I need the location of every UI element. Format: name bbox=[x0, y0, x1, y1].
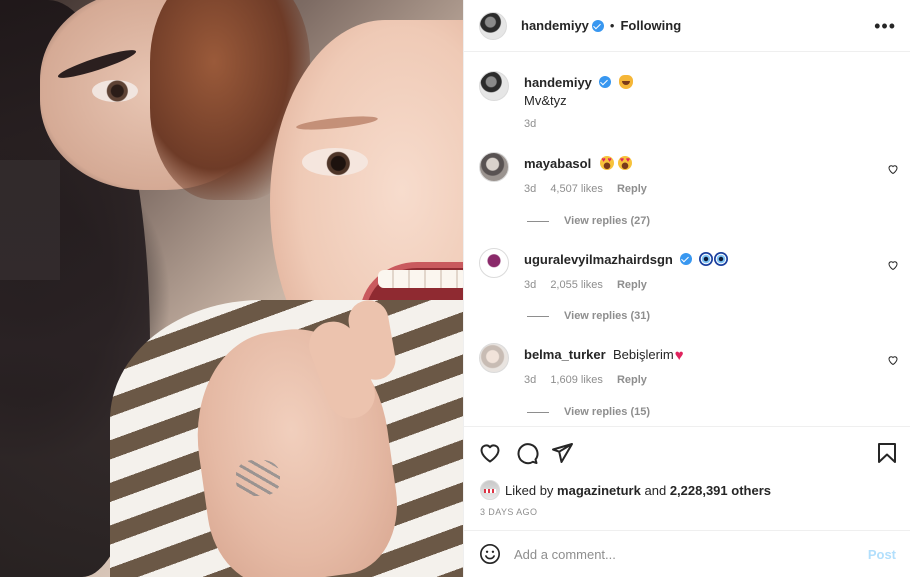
cat-emoji-icon bbox=[619, 75, 634, 89]
red-heart-emoji-icon: ♥ bbox=[674, 347, 684, 364]
post-actions: Liked by magazineturk and 2,228,391 othe… bbox=[464, 426, 910, 530]
reply-button[interactable]: Reply bbox=[617, 183, 647, 195]
caption-avatar[interactable] bbox=[479, 71, 509, 101]
caption-content: handemiyy Mv&tyz bbox=[524, 74, 874, 110]
photo-eye-child bbox=[302, 148, 368, 176]
add-comment-bar: Post bbox=[464, 530, 910, 577]
caption-text: Mv&tyz bbox=[524, 93, 567, 108]
bookmark-save-icon[interactable] bbox=[875, 441, 899, 465]
author-username[interactable]: handemiyy bbox=[521, 18, 589, 33]
evil-eye-emoji-icon bbox=[714, 252, 729, 266]
view-replies-button[interactable]: View replies (15) bbox=[527, 406, 650, 418]
evil-eye-emoji-icon bbox=[699, 252, 714, 266]
heart-eyes-emoji-icon bbox=[617, 156, 632, 170]
verified-badge-icon bbox=[679, 253, 692, 265]
photo-tattoo bbox=[236, 460, 280, 496]
divider-line bbox=[527, 411, 549, 413]
comment-username[interactable]: mayabasol bbox=[524, 156, 591, 171]
post-comment-button[interactable]: Post bbox=[868, 547, 896, 562]
comment-content: mayabasol bbox=[524, 155, 874, 173]
comment-likes[interactable]: 4,507 likes bbox=[550, 183, 603, 195]
emoji-picker-icon[interactable] bbox=[479, 543, 501, 565]
liker-username[interactable]: magazineturk bbox=[557, 483, 641, 498]
comment-likes[interactable]: 1,609 likes bbox=[550, 374, 603, 386]
share-send-icon[interactable] bbox=[550, 441, 574, 465]
like-comment-heart-icon[interactable] bbox=[887, 259, 899, 271]
comment-username[interactable]: belma_turker bbox=[524, 347, 606, 362]
caption-time: 3d bbox=[524, 118, 537, 130]
comment-content: uguralevyilmazhairdsgn bbox=[524, 251, 874, 269]
post-photo[interactable] bbox=[0, 0, 463, 577]
divider-line bbox=[527, 315, 549, 317]
comment-content: belma_turker Bebişlerim♥ bbox=[524, 346, 874, 365]
comment-username[interactable]: uguralevyilmazhairdsgn bbox=[524, 252, 673, 267]
comment-text: Bebişlerim bbox=[613, 347, 674, 362]
following-button[interactable]: Following bbox=[620, 18, 681, 33]
liker-avatar[interactable] bbox=[480, 480, 500, 500]
comment-avatar[interactable] bbox=[479, 152, 509, 182]
caption-username[interactable]: handemiyy bbox=[524, 75, 592, 90]
author-avatar[interactable] bbox=[479, 11, 507, 40]
view-replies-label: View replies (31) bbox=[564, 310, 651, 322]
verified-badge-icon bbox=[591, 19, 604, 32]
view-replies-label: View replies (27) bbox=[564, 215, 651, 227]
liked-by-conjunction: and bbox=[644, 482, 667, 498]
comment-meta: 3d 4,507 likes Reply bbox=[524, 183, 658, 195]
comment-bubble-icon[interactable] bbox=[515, 441, 539, 465]
separator-dot: • bbox=[609, 18, 615, 33]
like-comment-heart-icon[interactable] bbox=[887, 163, 899, 175]
more-options-icon[interactable]: ••• bbox=[874, 16, 896, 37]
caption-meta: 3d bbox=[524, 118, 547, 130]
post-side-panel: handemiyy • Following ••• handemiyy Mv&t… bbox=[463, 0, 910, 577]
reply-button[interactable]: Reply bbox=[617, 374, 647, 386]
comment-time: 3d bbox=[524, 183, 537, 195]
view-replies-button[interactable]: View replies (31) bbox=[527, 310, 650, 322]
reply-button[interactable]: Reply bbox=[617, 279, 647, 291]
comment-avatar[interactable] bbox=[479, 248, 509, 278]
like-comment-heart-icon[interactable] bbox=[887, 354, 899, 366]
comments-list[interactable]: handemiyy Mv&tyz 3d mayabasol 3d 4,507 l… bbox=[464, 52, 910, 426]
comment-meta: 3d 1,609 likes Reply bbox=[524, 374, 658, 386]
comment-meta: 3d 2,055 likes Reply bbox=[524, 279, 658, 291]
heart-eyes-emoji-icon bbox=[599, 156, 614, 170]
photo-eye bbox=[92, 80, 138, 102]
view-replies-button[interactable]: View replies (27) bbox=[527, 215, 650, 227]
comment-input[interactable] bbox=[514, 546, 868, 562]
liked-by-prefix: Liked by bbox=[505, 482, 554, 498]
view-replies-label: View replies (15) bbox=[564, 406, 651, 418]
photo-teeth bbox=[378, 270, 463, 288]
post-timestamp[interactable]: 3 DAYS AGO bbox=[480, 507, 537, 517]
verified-badge-icon bbox=[598, 76, 611, 88]
comment-time: 3d bbox=[524, 374, 537, 386]
liked-by-summary: Liked by magazineturk and 2,228,391 othe… bbox=[480, 480, 771, 500]
post-header: handemiyy • Following ••• bbox=[464, 0, 910, 52]
like-heart-icon[interactable] bbox=[478, 441, 502, 465]
comment-likes[interactable]: 2,055 likes bbox=[550, 279, 603, 291]
divider-line bbox=[527, 220, 549, 222]
comment-avatar[interactable] bbox=[479, 343, 509, 373]
comment-time: 3d bbox=[524, 279, 537, 291]
liked-by-others[interactable]: 2,228,391 others bbox=[670, 483, 771, 498]
